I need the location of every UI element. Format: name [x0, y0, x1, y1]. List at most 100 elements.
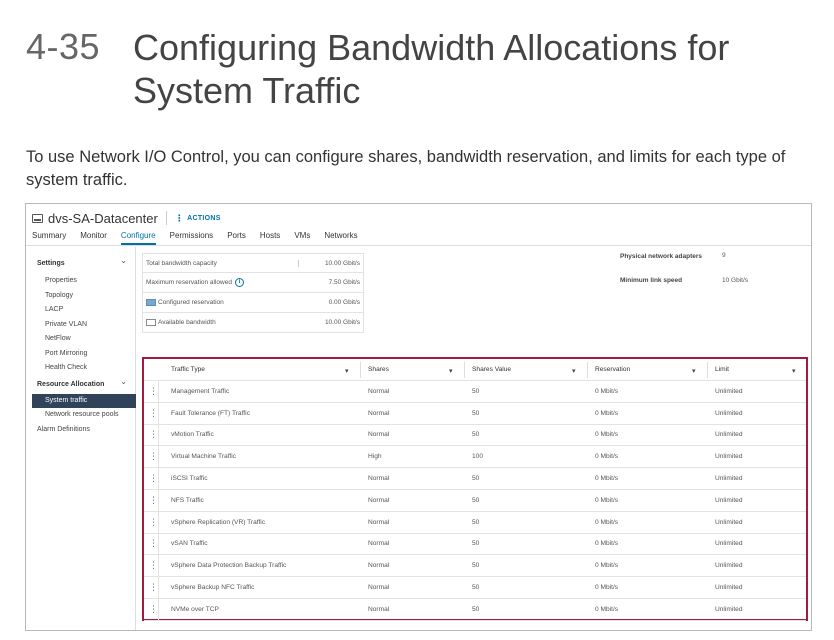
- table-row[interactable]: ⋮ NFS Traffic Normal 50 0 Mbit/s Unlimited: [144, 490, 806, 512]
- bandwidth-summary: Total bandwidth capacity 10.00 Gbit/s Maxi…: [142, 253, 364, 333]
- cell-shares: Normal: [368, 475, 390, 483]
- cell-shares-value: 50: [472, 387, 480, 395]
- sidebar-group-resource-allocation[interactable]: Resource Allocation: [37, 381, 104, 388]
- row-actions-icon[interactable]: ⋮: [149, 402, 159, 424]
- bandwidth-value: 0.00 Gbit/s: [328, 299, 360, 306]
- system-traffic-table: Traffic Type ▾ Shares ▾ Shares Value ▾ Reserva…: [142, 357, 808, 621]
- tab-bar: Summary Monitor Configure Permissions Ports H…: [26, 228, 811, 246]
- row-actions-icon[interactable]: ⋮: [149, 490, 159, 511]
- sidebar-item-network-resource-pools[interactable]: Network resource pools: [45, 411, 119, 418]
- table-row[interactable]: ⋮ Management Traffic Normal 50 0 Mbit/s Unlim…: [144, 381, 806, 403]
- info-icon[interactable]: i: [234, 278, 244, 287]
- min-link-speed-label: Minimum link speed: [620, 277, 683, 284]
- column-header-traffic-type[interactable]: Traffic Type: [171, 359, 205, 380]
- intro-text: To use Network I/O Control, you can conf…: [26, 148, 786, 189]
- filter-icon[interactable]: ▾: [792, 367, 796, 375]
- row-actions-icon[interactable]: ⋮: [149, 511, 159, 533]
- cell-traffic-type: vSphere Replication (VR) Traffic: [171, 518, 266, 526]
- filter-icon[interactable]: ▾: [692, 367, 696, 375]
- tab-permissions[interactable]: Permissions: [170, 228, 214, 245]
- bandwidth-label-text: Available bandwidth: [158, 319, 216, 326]
- tab-monitor[interactable]: Monitor: [80, 228, 107, 245]
- cell-traffic-type: NVMe over TCP: [171, 605, 219, 613]
- filter-icon[interactable]: ▾: [345, 367, 349, 375]
- cell-traffic-type: NFS Traffic: [171, 496, 204, 504]
- header-divider: [165, 211, 167, 225]
- cell-shares: Normal: [368, 409, 390, 417]
- table-row[interactable]: ⋮ vSphere Replication (VR) Traffic Normal 5…: [144, 511, 806, 534]
- tab-vms[interactable]: VMs: [294, 228, 310, 245]
- bandwidth-label: Configured reservation: [146, 299, 224, 306]
- row-actions-icon[interactable]: ⋮: [149, 424, 159, 446]
- column-header-shares-value[interactable]: Shares Value: [472, 359, 511, 380]
- cell-shares: Normal: [368, 562, 390, 570]
- filter-icon[interactable]: ▾: [449, 367, 453, 375]
- sidebar-item-lacp[interactable]: LACP: [45, 306, 63, 313]
- cell-shares-value: 50: [472, 431, 480, 439]
- row-actions-icon[interactable]: ⋮: [149, 468, 159, 489]
- sidebar-item-alarm-definitions[interactable]: Alarm Definitions: [37, 426, 90, 433]
- actions-button[interactable]: ⋮ ACTIONS: [175, 213, 221, 224]
- cell-shares-value: 50: [472, 496, 480, 504]
- cell-shares: Normal: [368, 431, 390, 439]
- cell-reservation: 0 Mbit/s: [595, 562, 619, 570]
- tab-summary[interactable]: Summary: [32, 228, 66, 245]
- column-header-shares[interactable]: Shares: [368, 359, 389, 380]
- object-name: dvs-SA-Datacenter: [48, 210, 158, 226]
- table-row[interactable]: ⋮ vSphere Backup NFC Traffic Normal 50 0 Mbi…: [144, 577, 806, 599]
- chevron-down-icon[interactable]: ⌄: [120, 377, 127, 386]
- sidebar: Settings ⌄ Properties Topology LACP Private V…: [26, 247, 136, 630]
- tab-networks[interactable]: Networks: [324, 228, 357, 245]
- bandwidth-row: Configured reservation 0.00 Gbit/s: [142, 293, 364, 313]
- cell-shares-value: 50: [472, 409, 480, 417]
- row-actions-icon[interactable]: ⋮: [149, 381, 159, 402]
- sidebar-item-properties[interactable]: Properties: [45, 277, 77, 284]
- row-actions-icon[interactable]: ⋮: [149, 446, 159, 468]
- actions-label: ACTIONS: [187, 214, 221, 222]
- object-header: dvs-SA-Datacenter ⋮ ACTIONS: [32, 208, 221, 228]
- table-row[interactable]: ⋮ vSAN Traffic Normal 50 0 Mbit/s Unlimited: [144, 533, 806, 556]
- cell-shares: Normal: [368, 584, 390, 592]
- row-actions-icon[interactable]: ⋮: [149, 599, 159, 620]
- bandwidth-row: Maximum reservation allowed i 7.50 Gbit/s: [142, 273, 364, 293]
- cell-limit: Unlimited: [715, 409, 743, 417]
- cell-traffic-type: vMotion Traffic: [171, 431, 214, 439]
- row-actions-icon[interactable]: ⋮: [149, 533, 159, 555]
- sidebar-item-netflow[interactable]: NetFlow: [45, 335, 71, 342]
- table-row[interactable]: ⋮ Virtual Machine Traffic High 100 0 Mbit/s U…: [144, 446, 806, 469]
- cell-limit: Unlimited: [715, 387, 743, 395]
- cell-reservation: 0 Mbit/s: [595, 540, 619, 548]
- sidebar-item-health-check[interactable]: Health Check: [45, 364, 87, 371]
- slide-number: 4-35: [26, 26, 101, 67]
- table-row[interactable]: ⋮ iSCSI Traffic Normal 50 0 Mbit/s Unlimited: [144, 468, 806, 490]
- sidebar-item-private-vlan[interactable]: Private VLAN: [45, 321, 87, 328]
- cell-reservation: 0 Mbit/s: [595, 475, 619, 483]
- tab-hosts[interactable]: Hosts: [260, 228, 280, 245]
- bandwidth-value: 7.50 Gbit/s: [328, 279, 360, 286]
- cell-reservation: 0 Mbit/s: [595, 387, 619, 395]
- cell-shares-value: 100: [472, 453, 484, 461]
- filter-icon[interactable]: ▾: [572, 367, 576, 375]
- bandwidth-label: Total bandwidth capacity: [146, 260, 217, 267]
- sidebar-item-system-traffic[interactable]: System traffic: [32, 394, 136, 408]
- table-row[interactable]: ⋮ vSphere Data Protection Backup Traffic N…: [144, 555, 806, 578]
- cell-shares: Normal: [368, 496, 390, 504]
- legend-swatch-available: [146, 319, 156, 326]
- chevron-down-icon[interactable]: ⌄: [120, 256, 127, 265]
- sidebar-item-port-mirroring[interactable]: Port Mirroring: [45, 350, 87, 357]
- tab-configure[interactable]: Configure: [120, 228, 156, 245]
- column-header-reservation[interactable]: Reservation: [595, 359, 630, 380]
- table-row[interactable]: ⋮ NVMe over TCP Normal 50 0 Mbit/s Unlimited: [144, 599, 806, 621]
- column-header-limit[interactable]: Limit: [715, 359, 729, 380]
- cell-traffic-type: vSAN Traffic: [171, 540, 208, 548]
- cell-limit: Unlimited: [715, 518, 743, 526]
- bandwidth-label-text: Configured reservation: [158, 299, 224, 306]
- sidebar-item-topology[interactable]: Topology: [45, 292, 73, 299]
- table-row[interactable]: ⋮ vMotion Traffic Normal 50 0 Mbit/s Unlimite…: [144, 424, 806, 447]
- table-row[interactable]: ⋮ Fault Tolerance (FT) Traffic Normal 50 0 M…: [144, 402, 806, 425]
- bandwidth-value: 10.00 Gbit/s: [324, 319, 360, 326]
- row-actions-icon[interactable]: ⋮: [149, 577, 159, 598]
- sidebar-group-settings[interactable]: Settings: [37, 260, 65, 267]
- tab-ports[interactable]: Ports: [227, 228, 246, 245]
- row-actions-icon[interactable]: ⋮: [149, 555, 159, 577]
